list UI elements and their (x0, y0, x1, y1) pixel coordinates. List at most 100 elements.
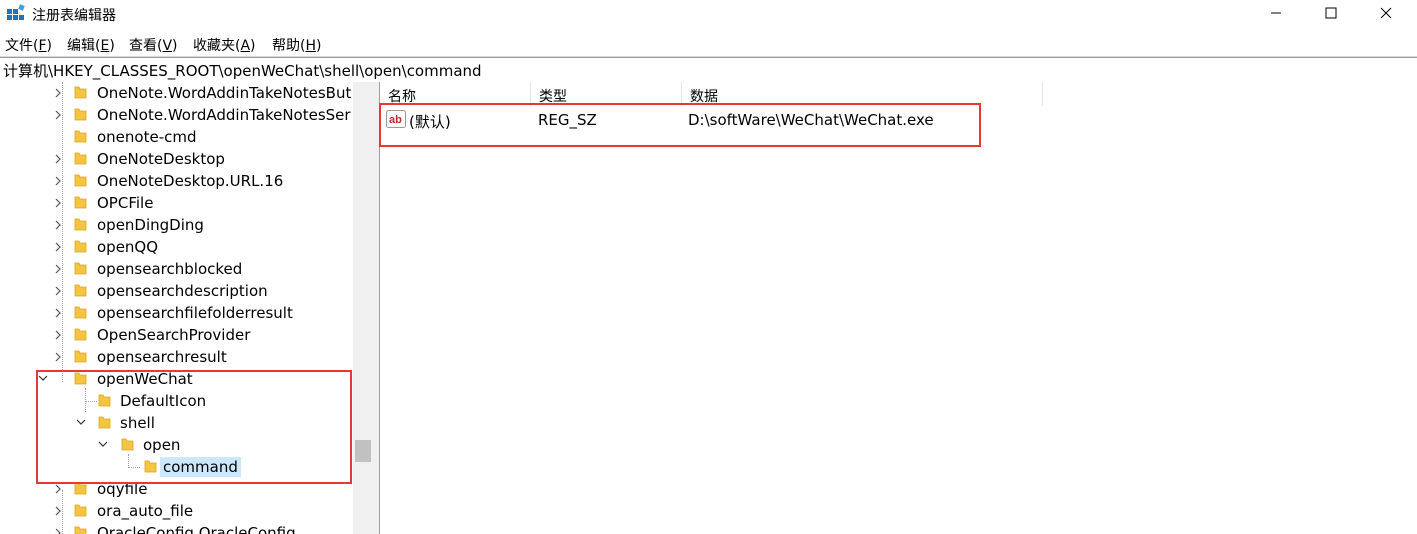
tree-item-label: shell (120, 414, 155, 432)
chevron-down-icon[interactable] (36, 368, 50, 390)
chevron-right-icon[interactable] (52, 324, 66, 346)
tree-item-label-selected: command (160, 457, 241, 477)
tree-item-label: OpenSearchProvider (97, 326, 251, 344)
tree-item-label: OneNote.WordAddinTakeNotesBut (97, 84, 352, 102)
folder-icon (74, 152, 87, 165)
minimize-button[interactable] (1248, 0, 1304, 26)
tree-item[interactable]: oqyfile (0, 478, 340, 500)
tree-item[interactable]: opensearchfilefolderresult (0, 302, 340, 324)
tree-item[interactable]: OracleConfig.OracleConfig (0, 522, 340, 534)
tree-item-shell[interactable]: shell (0, 412, 340, 434)
folder-icon (144, 460, 157, 473)
chevron-right-icon[interactable] (52, 192, 66, 214)
tree-item-label: oqyfile (97, 480, 148, 498)
tree-item[interactable]: openQQ (0, 236, 340, 258)
folder-icon (74, 262, 87, 275)
tree-scrollbar[interactable] (353, 82, 373, 534)
menu-help[interactable]: 帮助(H) (272, 35, 321, 55)
regedit-icon (7, 4, 25, 20)
tree-item-label: OracleConfig.OracleConfig (97, 524, 296, 534)
tree-item-label: opensearchdescription (97, 282, 268, 300)
scrollbar-thumb[interactable] (355, 440, 371, 462)
tree-item-command[interactable]: command (0, 456, 340, 478)
chevron-right-icon[interactable] (52, 302, 66, 324)
chevron-right-icon[interactable] (52, 522, 66, 534)
folder-icon (74, 482, 87, 495)
column-header-type[interactable]: 类型 (531, 82, 682, 106)
value-list[interactable]: 名称 类型 数据 ab (默认) REG_SZ D:\softWare\WeCh… (379, 82, 1417, 534)
tree-item[interactable]: opensearchresult (0, 346, 340, 368)
pane-splitter[interactable] (373, 82, 380, 534)
tree-item[interactable]: OpenSearchProvider (0, 324, 340, 346)
tree-item-label: OneNoteDesktop (97, 150, 225, 168)
chevron-down-icon[interactable] (96, 434, 110, 456)
tree-item[interactable]: openDingDing (0, 214, 340, 236)
chevron-right-icon[interactable] (52, 82, 66, 104)
menu-view[interactable]: 查看(V) (129, 35, 178, 55)
tree-item-defaulticon[interactable]: DefaultIcon (0, 390, 340, 412)
folder-icon (74, 174, 87, 187)
tree-item-open[interactable]: open (0, 434, 340, 456)
registry-tree[interactable]: OneNote.WordAddinTakeNotesBut OneNote.Wo… (0, 82, 353, 534)
chevron-right-icon[interactable] (52, 280, 66, 302)
folder-icon (98, 394, 111, 407)
chevron-down-icon[interactable] (74, 412, 88, 434)
column-header-data[interactable]: 数据 (682, 82, 1043, 106)
tree-item-label: opensearchfilefolderresult (97, 304, 293, 322)
tree-item[interactable]: opensearchblocked (0, 258, 340, 280)
value-type: REG_SZ (538, 111, 597, 129)
menu-bar: 文件(F) 编辑(E) 查看(V) 收藏夹(A) 帮助(H) (0, 31, 1417, 57)
close-button[interactable] (1358, 0, 1414, 26)
chevron-right-icon[interactable] (52, 346, 66, 368)
chevron-right-icon[interactable] (52, 104, 66, 126)
chevron-right-icon[interactable] (52, 500, 66, 522)
tree-item-openwechat[interactable]: openWeChat (0, 368, 340, 390)
tree-item[interactable]: opensearchdescription (0, 280, 340, 302)
tree-item[interactable]: ora_auto_file (0, 500, 340, 522)
tree-item-label: OneNoteDesktop.URL.16 (97, 172, 284, 190)
chevron-right-icon[interactable] (52, 170, 66, 192)
tree-item[interactable]: OneNote.WordAddinTakeNotesSer (0, 104, 351, 126)
title-bar: 注册表编辑器 (0, 0, 1417, 30)
chevron-right-icon[interactable] (52, 148, 66, 170)
tree-item-label: onenote-cmd (97, 128, 197, 146)
chevron-right-icon[interactable] (52, 214, 66, 236)
chevron-right-icon[interactable] (52, 258, 66, 280)
svg-text:ab: ab (389, 114, 402, 126)
folder-icon (74, 196, 87, 209)
chevron-right-icon[interactable] (52, 478, 66, 500)
maximize-button[interactable] (1303, 0, 1359, 26)
menu-file[interactable]: 文件(F) (5, 35, 52, 55)
folder-icon (121, 438, 134, 451)
address-bar[interactable]: 计算机\HKEY_CLASSES_ROOT\openWeChat\shell\o… (0, 57, 1417, 83)
folder-icon (74, 526, 87, 534)
folder-icon (74, 218, 87, 231)
menu-edit[interactable]: 编辑(E) (67, 35, 115, 55)
tree-item-label: OneNote.WordAddinTakeNotesSer (97, 106, 351, 124)
folder-icon (74, 108, 87, 121)
folder-icon (74, 306, 87, 319)
tree-item[interactable]: OneNote.WordAddinTakeNotesBut (0, 82, 351, 104)
list-item[interactable]: ab (默认) REG_SZ D:\softWare\WeChat\WeChat… (380, 108, 1417, 132)
tree-item-label: OPCFile (97, 194, 154, 212)
tree-item[interactable]: OPCFile (0, 192, 340, 214)
string-value-icon: ab (386, 110, 406, 128)
tree-item[interactable]: OneNoteDesktop (0, 148, 340, 170)
column-header-name[interactable]: 名称 (380, 82, 531, 106)
chevron-right-icon[interactable] (52, 236, 66, 258)
folder-icon (74, 130, 87, 143)
tree-item[interactable]: OneNoteDesktop.URL.16 (0, 170, 340, 192)
folder-icon (74, 504, 87, 517)
address-path: 计算机\HKEY_CLASSES_ROOT\openWeChat\shell\o… (3, 62, 482, 80)
folder-icon (74, 350, 87, 363)
value-data: D:\softWare\WeChat\WeChat.exe (688, 111, 934, 129)
menu-favorites[interactable]: 收藏夹(A) (193, 35, 256, 55)
folder-icon (74, 328, 87, 341)
tree-item[interactable]: onenote-cmd (0, 126, 340, 148)
folder-icon (74, 86, 87, 99)
folder-icon (98, 416, 111, 429)
window-title: 注册表编辑器 (32, 8, 116, 24)
tree-item-label: openWeChat (97, 370, 193, 388)
close-icon (1380, 7, 1392, 19)
folder-icon (74, 284, 87, 297)
